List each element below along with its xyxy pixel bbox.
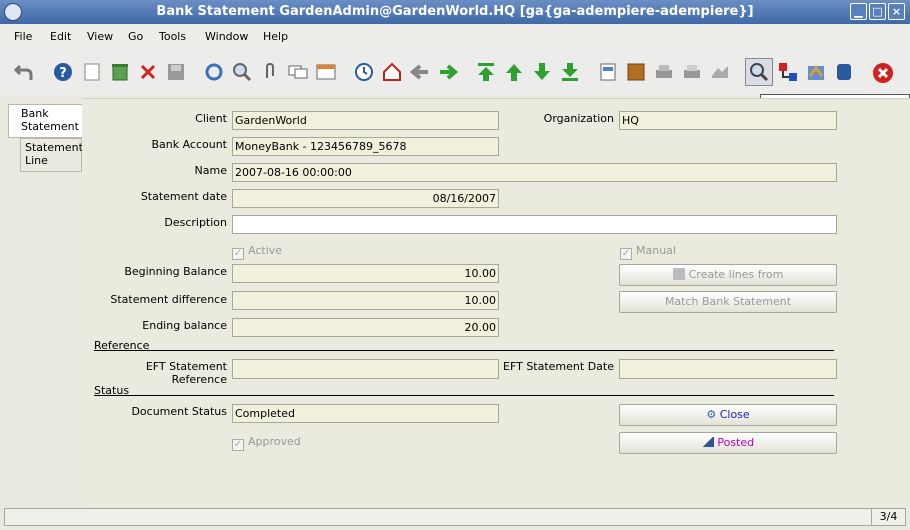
close-window-button[interactable]: ×	[888, 3, 905, 20]
menu-tools[interactable]: Tools	[159, 30, 186, 43]
close-document-button[interactable]: ⚙ Close	[619, 404, 837, 426]
name-field[interactable]: 2007-08-16 00:00:00	[232, 163, 837, 182]
client-field[interactable]: GardenWorld	[232, 111, 499, 130]
description-field[interactable]	[232, 215, 837, 234]
first-record-icon[interactable]	[476, 62, 496, 82]
next-record-icon[interactable]	[532, 62, 552, 82]
approved-checkbox[interactable]: ✓ Approved	[232, 435, 301, 451]
document-status-field[interactable]: Completed	[232, 404, 499, 423]
create-lines-button[interactable]: Create lines from	[619, 264, 837, 286]
zoom-across-icon	[750, 63, 769, 82]
save-icon[interactable]	[166, 62, 186, 82]
bank-account-label: Bank Account	[151, 138, 227, 151]
product-info-icon[interactable]	[806, 62, 826, 82]
name-label: Name	[194, 164, 227, 177]
menu-help[interactable]: Help	[263, 30, 288, 43]
create-lines-label: Create lines from	[688, 268, 784, 281]
minimize-button[interactable]: ▁	[850, 3, 867, 20]
zoom-across-button[interactable]	[745, 58, 773, 86]
statement-date-field[interactable]: 08/16/2007	[232, 189, 499, 208]
beginning-balance-label: Beginning Balance	[124, 265, 227, 278]
attachment-icon[interactable]	[260, 62, 280, 82]
manual-checkbox[interactable]: ✓ Manual	[620, 244, 676, 260]
client-label: Client	[195, 112, 227, 125]
report-icon[interactable]	[598, 62, 618, 82]
workflow-icon[interactable]	[710, 62, 730, 82]
title-bar: Bank Statement GardenAdmin@GardenWorld.H…	[0, 0, 910, 24]
active-checkbox[interactable]: ✓ Active	[232, 244, 282, 260]
maximize-button[interactable]: □	[869, 3, 886, 20]
detail-icon[interactable]	[438, 62, 458, 82]
active-check-icon: ✓	[232, 248, 244, 260]
approved-label: Approved	[248, 435, 301, 448]
previous-record-icon[interactable]	[504, 62, 524, 82]
archive-icon[interactable]	[626, 62, 646, 82]
approved-check-icon: ✓	[232, 439, 244, 451]
exit-icon[interactable]	[872, 62, 894, 84]
svg-text:?: ?	[59, 66, 67, 81]
status-bar: 3/4	[4, 508, 906, 526]
window-title: Bank Statement GardenAdmin@GardenWorld.H…	[156, 4, 754, 19]
posted-label: Posted	[717, 436, 755, 449]
last-record-icon[interactable]	[560, 62, 580, 82]
document-status-label: Document Status	[131, 405, 227, 418]
end-icon[interactable]	[834, 62, 854, 82]
toolbar: ?	[0, 48, 910, 96]
history-icon[interactable]	[354, 62, 374, 82]
chat-icon[interactable]	[288, 62, 308, 82]
tab-bank-statement[interactable]: Bank Statement	[8, 104, 82, 138]
print-preview-icon[interactable]	[682, 62, 702, 82]
beginning-balance-field[interactable]: 10.00	[232, 264, 499, 283]
description-label: Description	[164, 216, 227, 229]
close-document-label: Close	[719, 408, 750, 421]
new-record-icon[interactable]	[82, 62, 102, 82]
gear-icon: ⚙	[706, 408, 717, 421]
menu-bar: File Edit View Go Tools Window Help	[0, 24, 910, 48]
grid-toggle-icon[interactable]	[316, 62, 336, 82]
manual-label: Manual	[636, 244, 676, 257]
status-divider	[94, 395, 834, 396]
reference-divider	[94, 350, 834, 351]
bank-account-field[interactable]: MoneyBank - 123456789_5678	[232, 137, 499, 156]
print-icon[interactable]	[654, 62, 674, 82]
posted-button[interactable]: Posted	[619, 432, 837, 454]
posted-chart-icon	[701, 437, 714, 447]
menu-edit[interactable]: Edit	[50, 30, 71, 43]
tab-statement-line[interactable]: Statement Line	[20, 138, 83, 172]
manual-check-icon: ✓	[620, 248, 632, 260]
undo-icon[interactable]	[14, 62, 34, 82]
eft-date-label: EFT Statement Date	[503, 360, 614, 373]
find-icon[interactable]	[232, 62, 252, 82]
delete-icon[interactable]	[110, 62, 130, 82]
eft-reference-label: EFT Statement Reference	[145, 360, 227, 386]
eft-date-field[interactable]	[619, 359, 837, 379]
home-icon[interactable]	[382, 62, 402, 82]
match-bank-statement-button[interactable]: Match Bank Statement	[619, 291, 837, 313]
organization-field[interactable]: HQ	[619, 111, 837, 130]
ending-balance-label: Ending balance	[142, 319, 227, 332]
delete-selection-icon[interactable]	[138, 62, 158, 82]
statement-date-label: Statement date	[140, 190, 227, 203]
refresh-icon[interactable]	[204, 62, 224, 82]
ending-balance-field[interactable]: 20.00	[232, 318, 499, 337]
statement-difference-label: Statement difference	[110, 293, 227, 306]
menu-view[interactable]: View	[87, 30, 113, 43]
organization-label: Organization	[543, 112, 614, 125]
create-lines-icon	[672, 268, 685, 280]
menu-window[interactable]: Window	[205, 30, 248, 43]
menu-file[interactable]: File	[14, 30, 32, 43]
eft-reference-field[interactable]	[232, 359, 499, 379]
active-label: Active	[248, 244, 283, 257]
statement-difference-field[interactable]: 10.00	[232, 291, 499, 310]
help-icon[interactable]: ?	[53, 62, 73, 82]
request-icon[interactable]	[778, 62, 798, 82]
menu-go[interactable]: Go	[128, 30, 143, 43]
record-pager: 3/4	[871, 509, 905, 525]
parent-icon[interactable]	[410, 62, 430, 82]
